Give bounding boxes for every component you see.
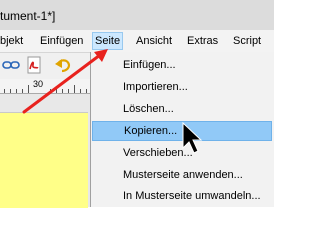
mouse-cursor-icon bbox=[182, 121, 203, 154]
